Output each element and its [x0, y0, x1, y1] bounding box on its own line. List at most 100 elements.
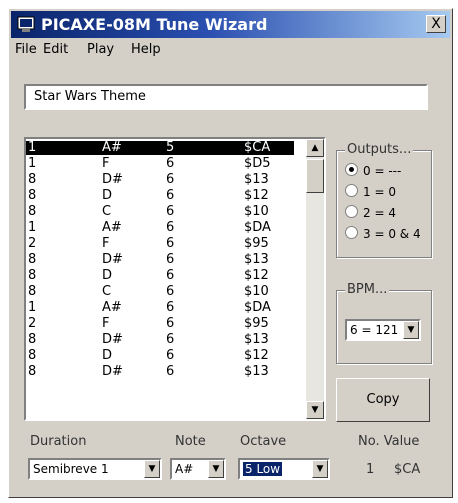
note-value: $12 [244, 348, 269, 363]
note-row[interactable]: 8 C 6 $10 [26, 285, 294, 299]
chevron-down-icon[interactable]: ▼ [312, 460, 328, 478]
note-row[interactable]: 1 A# 6 $DA [26, 301, 294, 315]
note-value: $12 [244, 188, 269, 203]
note-row[interactable]: 1 A# 5 $CA [26, 141, 294, 155]
duration-label: Duration [30, 434, 87, 449]
notes-scrollbar[interactable]: ▲ ▼ [306, 139, 324, 419]
note-name: D# [102, 364, 123, 379]
note-row[interactable]: 1 A# 6 $DA [26, 221, 294, 235]
app-icon [17, 16, 35, 32]
note-duration: 8 [28, 188, 37, 203]
note-octave: 6 [166, 332, 175, 347]
note-value: $13 [244, 364, 269, 379]
chevron-down-icon[interactable]: ▼ [144, 460, 160, 478]
note-duration: 2 [28, 316, 37, 331]
output-option-label: 2 = 4 [363, 206, 396, 220]
note-label: Note [175, 434, 206, 449]
note-value: $DA [244, 300, 271, 315]
note-name: C [102, 204, 112, 219]
note-select[interactable]: A# ▼ [170, 458, 226, 480]
note-duration: 8 [28, 252, 37, 267]
output-option-0[interactable]: 0 = --- [345, 163, 401, 179]
radio-icon[interactable] [345, 205, 358, 218]
note-name: A# [102, 140, 122, 155]
title-bar[interactable]: PICAXE-08M Tune Wizard X [11, 11, 450, 38]
close-button[interactable]: X [426, 15, 446, 33]
note-row[interactable]: 2 F 6 $95 [26, 237, 294, 251]
note-name: F [102, 316, 110, 331]
scroll-down-icon[interactable]: ▼ [306, 401, 324, 419]
note-row[interactable]: 2 F 6 $95 [26, 317, 294, 331]
note-row[interactable]: 8 D# 6 $13 [26, 253, 294, 267]
note-octave: 6 [166, 156, 175, 171]
note-name: D [102, 348, 113, 363]
octave-label: Octave [240, 434, 287, 449]
bpm-title: BPM... [345, 282, 390, 297]
note-duration: 8 [28, 172, 37, 187]
note-row[interactable]: 8 D# 6 $13 [26, 333, 294, 347]
note-duration: 8 [28, 332, 37, 347]
no-value-label: No. Value [358, 434, 420, 449]
note-name: D# [102, 332, 123, 347]
duration-select[interactable]: Semibreve 1 ▼ [28, 458, 162, 480]
note-duration: 8 [28, 204, 37, 219]
note-value: $CA [244, 140, 271, 155]
note-value: $13 [244, 252, 269, 267]
note-row[interactable]: 8 D# 6 $13 [26, 365, 294, 379]
output-option-1[interactable]: 1 = 0 [345, 184, 396, 200]
menu-help[interactable]: Help [131, 42, 161, 57]
note-octave: 6 [166, 316, 175, 331]
note-octave: 6 [166, 268, 175, 283]
note-value: $10 [244, 284, 269, 299]
chevron-down-icon[interactable]: ▼ [403, 321, 419, 339]
menu-play[interactable]: Play [87, 42, 114, 57]
note-value: $13 [244, 332, 269, 347]
window-title: PICAXE-08M Tune Wizard [41, 15, 268, 34]
note-row[interactable]: 8 D 6 $12 [26, 269, 294, 283]
scroll-up-icon[interactable]: ▲ [306, 139, 324, 157]
note-octave: 6 [166, 236, 175, 251]
outputs-group: Outputs... 0 = --- 1 = 0 2 = 4 3 = 0 & 4 [336, 142, 432, 258]
note-duration: 8 [28, 268, 37, 283]
note-value: $95 [244, 236, 269, 251]
note-octave: 6 [166, 252, 175, 267]
menu-file[interactable]: File [15, 42, 37, 57]
note-value: $10 [244, 204, 269, 219]
note-octave: 6 [166, 220, 175, 235]
note-octave: 5 [166, 140, 175, 155]
output-option-3[interactable]: 3 = 0 & 4 [345, 226, 421, 242]
note-name: A# [102, 300, 122, 315]
note-name: C [102, 284, 112, 299]
octave-select[interactable]: 5 Low ▼ [238, 458, 330, 480]
note-row[interactable]: 8 D 6 $12 [26, 349, 294, 363]
note-duration: 1 [28, 156, 37, 171]
bpm-select[interactable]: 6 = 121 ▼ [345, 319, 421, 341]
chevron-down-icon[interactable]: ▼ [208, 460, 224, 478]
bpm-value: 6 = 121 [350, 323, 399, 337]
no-value-value: $CA [394, 462, 421, 477]
note-row[interactable]: 8 C 6 $10 [26, 205, 294, 219]
note-row[interactable]: 8 D# 6 $13 [26, 173, 294, 187]
tune-name-input[interactable]: Star Wars Theme [24, 84, 428, 110]
radio-icon[interactable] [345, 184, 358, 197]
note-name: D# [102, 172, 123, 187]
note-octave: 6 [166, 284, 175, 299]
note-duration: 1 [28, 140, 37, 155]
note-duration: 8 [28, 284, 37, 299]
outputs-title: Outputs... [345, 142, 414, 157]
note-row[interactable]: 1 F 6 $D5 [26, 157, 294, 171]
notes-list[interactable]: 1 A# 5 $CA 1 F 6 $D5 8 D# 6 $13 8 D 6 $12 8 C 6 $10 1 A# 6 $DA 2… [24, 137, 326, 421]
copy-button[interactable]: Copy [336, 378, 430, 422]
note-octave: 6 [166, 188, 175, 203]
output-option-2[interactable]: 2 = 4 [345, 205, 396, 221]
note-duration: 1 [28, 220, 37, 235]
radio-icon[interactable] [345, 226, 358, 239]
output-option-label: 0 = --- [363, 164, 402, 178]
menu-edit[interactable]: Edit [43, 42, 68, 57]
note-row[interactable]: 8 D 6 $12 [26, 189, 294, 203]
note-octave: 6 [166, 204, 175, 219]
bpm-group: BPM... 6 = 121 ▼ [336, 282, 432, 364]
radio-selected-icon[interactable] [345, 163, 358, 176]
scroll-thumb[interactable] [306, 159, 324, 193]
note-octave: 6 [166, 172, 175, 187]
